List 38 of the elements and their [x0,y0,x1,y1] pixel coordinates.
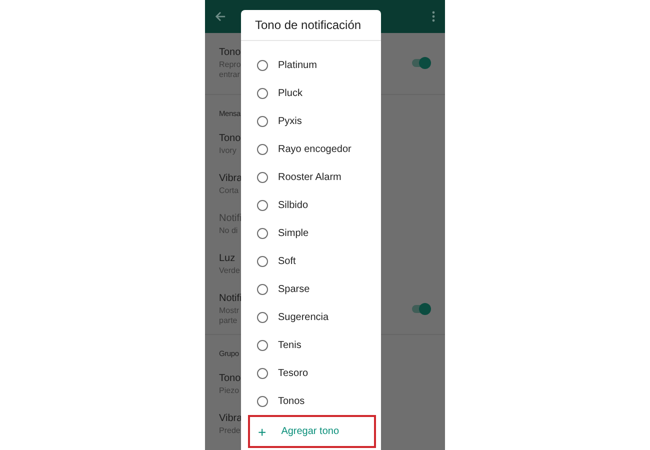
radio-button[interactable] [257,88,268,98]
setting-title: Vibra [219,412,242,426]
toggle-switch[interactable] [412,305,430,313]
radio-button[interactable] [257,340,268,350]
radio-button[interactable] [257,144,268,154]
ringtone-option[interactable]: Simple [241,219,381,247]
setting-title: Tono [219,46,241,60]
toggle-switch[interactable] [412,59,430,67]
ringtone-option[interactable]: Pluck [241,79,381,107]
radio-button[interactable] [257,172,268,182]
dialog-title: Tono de notificación [255,18,362,32]
setting-title: Notifi [219,292,242,306]
ringtone-option[interactable]: Sparse [241,275,381,303]
ringtone-option[interactable]: Tesoro [241,359,381,387]
setting-title: Tono [219,132,241,146]
ringtone-option[interactable]: Tenis [241,331,381,359]
ringtone-option[interactable]: Sugerencia [241,303,381,331]
radio-button[interactable] [257,228,268,238]
back-arrow-icon[interactable] [215,11,226,22]
radio-button[interactable] [257,368,268,378]
radio-button[interactable] [257,60,268,70]
radio-button[interactable] [257,256,268,266]
more-options-icon[interactable] [432,11,435,22]
setting-title: Vibra [219,172,242,186]
setting-title: Tono [219,372,241,386]
radio-button[interactable] [257,396,268,406]
ringtone-option[interactable]: Soft [241,247,381,275]
radio-button[interactable] [257,284,268,294]
ringtone-option[interactable]: Rayo encogedor [241,135,381,163]
ringtone-option[interactable]: Tonos [241,387,381,415]
radio-button[interactable] [257,200,268,210]
ringtone-option[interactable]: Rooster Alarm [241,163,381,191]
setting-title: Luz [219,252,236,266]
radio-button[interactable] [257,312,268,322]
ringtone-option[interactable]: Silbido [241,191,381,219]
radio-button[interactable] [257,116,268,126]
ringtone-option[interactable]: Platinum [241,51,381,79]
ringtone-option[interactable]: Pyxis [241,107,381,135]
